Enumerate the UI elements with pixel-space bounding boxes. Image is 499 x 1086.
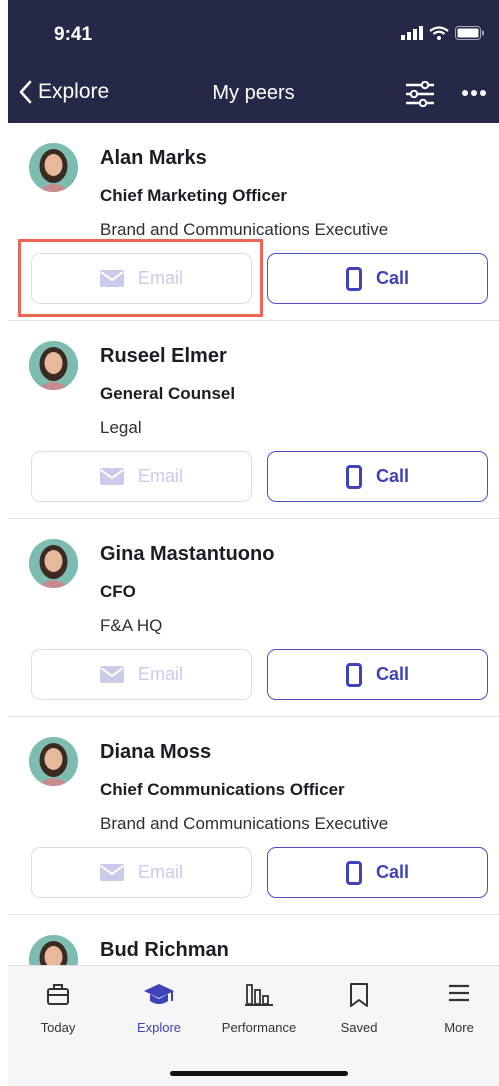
status-icons [401,26,485,40]
peer-title: General Counsel [100,384,236,403]
email-button[interactable]: Email [31,451,252,502]
peer-department: F&A HQ [100,616,163,635]
filter-button[interactable] [405,80,435,112]
peer-name: Diana Moss [100,741,212,763]
briefcase-icon [47,984,69,1005]
ellipsis-icon [462,90,486,96]
email-label: Email [137,862,183,882]
envelope-icon [99,864,124,881]
email-label: Email [137,268,183,288]
avatar [29,341,78,390]
graduation-cap-icon [144,984,174,1004]
peer-title: Chief Marketing Officer [100,186,288,205]
tab-label: Performance [221,1020,297,1035]
call-label: Call [375,466,409,486]
call-button[interactable]: Call [267,649,488,700]
peer-name: Alan Marks [100,147,207,169]
back-button[interactable]: Explore [18,80,109,104]
peer-card: Alan Marks Chief Marketing Officer Brand… [8,123,499,321]
avatar [29,143,78,192]
peer-list: Alan Marks Chief Marketing Officer Brand… [8,123,499,965]
peer-name: Bud Richman [100,939,229,961]
call-label: Call [375,664,409,684]
peer-title: Chief Communications Officer [100,780,345,799]
call-button[interactable]: Call [267,451,488,502]
call-label: Call [375,862,409,882]
sliders-icon [406,80,434,108]
phone-icon [345,266,362,291]
call-label: Call [375,268,409,288]
top-bar: 9:41 Explore My peers [8,0,499,123]
signal-icon [401,26,423,40]
email-button[interactable]: Email [31,847,252,898]
tab-label: Today [40,1020,76,1035]
back-label: Explore [38,80,110,103]
phone-icon [345,464,362,489]
email-label: Email [137,466,183,486]
email-button[interactable]: Email [31,253,252,304]
peer-department: Brand and Communications Executive [100,814,389,833]
peer-title: CFO [100,582,136,601]
phone-screen: 9:41 Explore My peers Alan Marks Chief M… [8,0,499,1086]
more-options-button[interactable] [462,84,486,102]
peer-department: Legal [100,418,142,437]
email-label: Email [137,664,183,684]
peer-card: Diana Moss Chief Communications Officer … [8,717,499,915]
peer-card: Ruseel Elmer General Counsel Legal Email… [8,321,499,519]
battery-icon [455,26,484,40]
avatar [29,935,78,965]
menu-icon [449,984,469,1002]
call-button[interactable]: Call [267,253,488,304]
peer-card: Bud Richman [8,915,499,965]
peer-name: Gina Mastantuono [100,543,275,565]
peer-card: Gina Mastantuono CFO F&A HQ Email Call [8,519,499,717]
peer-name: Ruseel Elmer [100,345,227,367]
envelope-icon [99,468,124,485]
wifi-icon [429,26,449,40]
status-time: 9:41 [54,24,93,45]
call-button[interactable]: Call [267,847,488,898]
tab-label: Explore [136,1020,182,1035]
tab-label: Saved [340,1020,378,1035]
tab-label: More [444,1020,474,1035]
phone-icon [345,860,362,885]
bar-chart-icon [245,984,273,1006]
chevron-left-icon [19,80,32,104]
peer-department: Brand and Communications Executive [100,220,389,239]
tab-bar: Today Explore Performance Saved More [8,965,499,1086]
phone-icon [345,662,362,687]
envelope-icon [99,666,124,683]
envelope-icon [99,270,124,287]
home-indicator [170,1071,348,1076]
avatar [29,539,78,588]
bookmark-icon [350,983,368,1007]
email-button[interactable]: Email [31,649,252,700]
avatar [29,737,78,786]
